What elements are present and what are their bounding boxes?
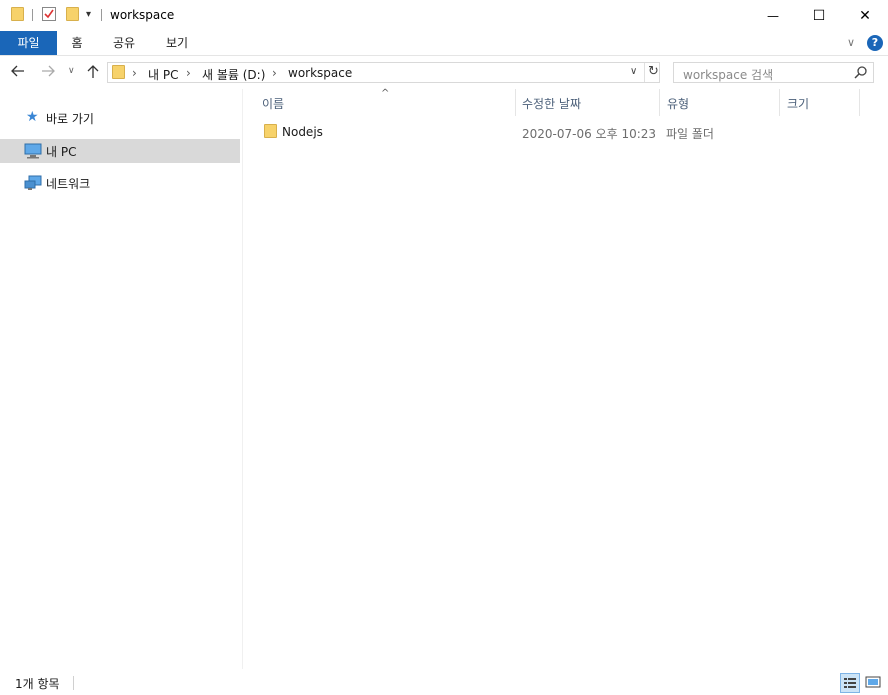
breadcrumb-drive[interactable]: 새 볼륨 (D:) <box>202 66 265 83</box>
network-icon <box>24 175 42 194</box>
computer-icon <box>24 143 42 162</box>
close-button[interactable]: ✕ <box>842 0 888 31</box>
breadcrumb-separator-icon: › <box>272 66 277 80</box>
star-icon: ★ <box>26 109 39 125</box>
folder-icon <box>264 124 277 138</box>
column-divider[interactable] <box>779 89 780 116</box>
divider <box>101 9 102 21</box>
up-arrow-icon[interactable] <box>87 65 99 83</box>
breadcrumb-this-pc[interactable]: 내 PC <box>148 66 178 83</box>
customize-toolbar-icon[interactable]: ▾ <box>86 9 91 20</box>
nav-item-network[interactable]: 네트워크 <box>0 171 240 195</box>
window-title: workspace <box>110 8 175 22</box>
close-icon: ✕ <box>859 7 871 24</box>
status-bar: 1개 항목 <box>0 672 888 695</box>
details-view-icon <box>844 678 856 688</box>
divider <box>32 9 33 21</box>
minimize-icon: — <box>767 8 779 23</box>
tab-share[interactable]: 공유 <box>104 31 144 55</box>
large-icons-view-button[interactable] <box>864 673 884 693</box>
minimize-button[interactable]: — <box>750 0 796 31</box>
column-header-type[interactable]: 유형 <box>667 95 689 112</box>
large-icons-view-icon <box>865 676 881 688</box>
address-bar[interactable]: › 내 PC › 새 볼륨 (D:) › workspace ∨ ↻ <box>107 62 660 83</box>
nav-item-label: 바로 가기 <box>46 112 94 126</box>
back-arrow-icon[interactable] <box>11 65 25 81</box>
folder-icon <box>11 7 24 21</box>
breadcrumb-separator-icon: › <box>132 66 137 80</box>
column-header-modified[interactable]: 수정한 날짜 <box>522 95 581 112</box>
column-divider[interactable] <box>515 89 516 116</box>
refresh-icon[interactable]: ↻ <box>648 64 659 79</box>
divider <box>73 676 74 690</box>
tab-home[interactable]: 홈 <box>60 31 94 55</box>
column-divider[interactable] <box>659 89 660 116</box>
nav-item-this-pc[interactable]: 내 PC <box>0 139 240 163</box>
recent-locations-icon[interactable]: ∨ <box>68 66 75 76</box>
file-name: Nodejs <box>282 125 323 139</box>
address-dropdown-icon[interactable]: ∨ <box>630 66 637 77</box>
help-icon[interactable]: ? <box>867 35 883 51</box>
tab-file[interactable]: 파일 <box>0 31 57 55</box>
properties-icon[interactable] <box>42 7 56 21</box>
nav-item-label: 내 PC <box>46 145 77 159</box>
forward-arrow-icon[interactable] <box>41 65 55 81</box>
navigation-pane: ★ 바로 가기 내 PC 네트워크 <box>0 89 243 669</box>
breadcrumb-separator-icon: › <box>186 66 191 80</box>
expand-ribbon-icon[interactable]: ∨ <box>847 36 855 49</box>
new-folder-icon[interactable] <box>66 7 79 21</box>
search-placeholder: workspace 검색 <box>683 68 774 82</box>
column-divider[interactable] <box>859 89 860 116</box>
item-count: 1개 항목 <box>15 677 60 691</box>
maximize-button[interactable]: ☐ <box>796 0 842 31</box>
maximize-icon: ☐ <box>812 7 826 24</box>
search-icon[interactable] <box>854 66 867 82</box>
divider <box>644 63 645 82</box>
folder-icon <box>112 65 125 79</box>
tab-view[interactable]: 보기 <box>157 31 197 55</box>
search-input[interactable]: workspace 검색 <box>673 62 874 83</box>
title-bar: ▾ workspace — ☐ ✕ <box>0 0 888 31</box>
nav-item-label: 네트워크 <box>46 177 91 191</box>
file-row[interactable]: Nodejs 2020-07-06 오후 10:23 파일 폴더 <box>256 119 866 143</box>
nav-item-quick-access[interactable]: ★ 바로 가기 <box>0 106 240 130</box>
details-view-button[interactable] <box>840 673 860 693</box>
sort-ascending-icon: ^ <box>381 88 390 99</box>
column-header-size[interactable]: 크기 <box>787 95 809 112</box>
ribbon-tabs: 파일 홈 공유 보기 ∨ ? <box>0 31 888 56</box>
breadcrumb-workspace[interactable]: workspace <box>288 66 352 80</box>
column-header-name[interactable]: 이름 <box>262 95 284 112</box>
file-modified: 2020-07-06 오후 10:23 <box>522 127 657 141</box>
file-type: 파일 폴더 <box>666 127 714 141</box>
